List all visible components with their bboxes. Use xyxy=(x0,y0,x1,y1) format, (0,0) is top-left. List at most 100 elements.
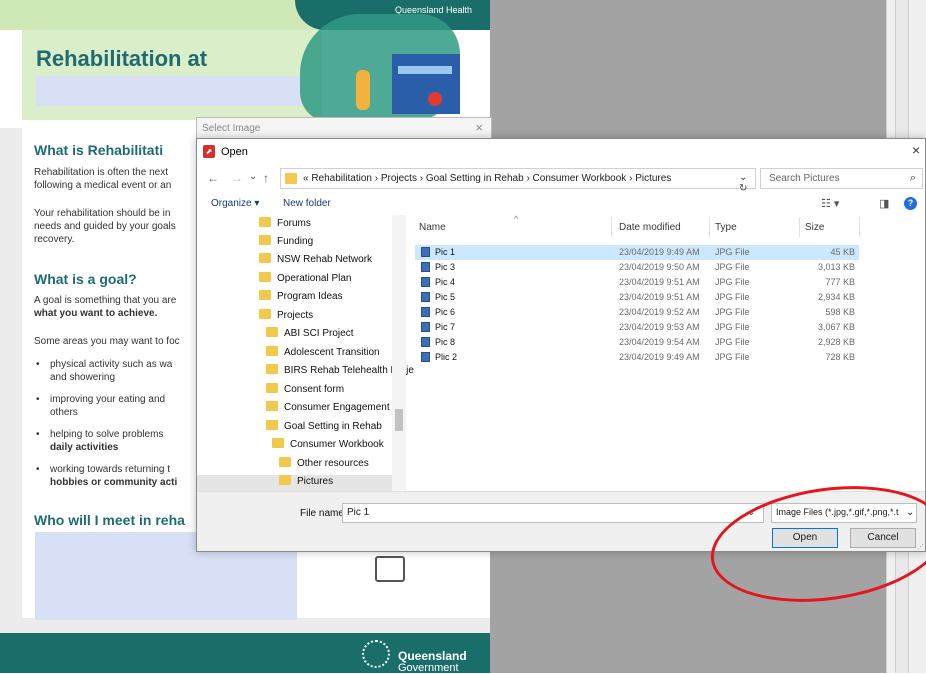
column-header-size[interactable]: Size xyxy=(805,222,824,233)
file-row[interactable]: Pic 4 23/04/2019 9:51 AM JPG File 777 KB xyxy=(415,275,859,290)
column-header-name[interactable]: Name xyxy=(419,222,446,233)
folder-icon xyxy=(259,235,271,245)
file-name-input[interactable]: Pic 1 ⌄ xyxy=(342,503,764,523)
tree-item-label: Program Ideas xyxy=(277,291,343,302)
file-row[interactable]: Pic 3 23/04/2019 9:50 AM JPG File 3,013 … xyxy=(415,260,859,275)
tree-item-goal-setting-in-rehab[interactable]: Goal Setting in Rehab xyxy=(266,420,382,438)
help-icon[interactable]: ? xyxy=(904,197,917,210)
image-file-icon xyxy=(421,322,430,332)
folder-tree: Forums Funding NSW Rehab Network Operati… xyxy=(197,215,414,493)
search-icon[interactable]: ⌕ xyxy=(910,172,916,185)
file-date: 23/04/2019 9:50 AM xyxy=(619,262,700,272)
tree-item-abi-sci-project[interactable]: ABI SCI Project xyxy=(266,327,353,345)
file-date: 23/04/2019 9:49 AM xyxy=(619,247,700,257)
recent-locations-chevron-icon[interactable]: ⌄ xyxy=(249,171,257,182)
tree-item-label: Pictures xyxy=(297,476,334,487)
preview-pane-icon[interactable]: ◨ xyxy=(879,197,889,210)
column-header-type[interactable]: Type xyxy=(715,222,737,233)
image-placeholder-icon[interactable] xyxy=(375,556,405,582)
file-name-label: File name: xyxy=(300,508,347,519)
heading-what-is-goal: What is a goal? xyxy=(34,271,137,287)
file-row[interactable]: Pic 7 23/04/2019 9:53 AM JPG File 3,067 … xyxy=(415,320,859,335)
back-arrow-icon[interactable]: ← xyxy=(207,171,219,185)
column-divider[interactable] xyxy=(611,217,612,237)
file-row[interactable]: Plic 2 23/04/2019 9:49 AM JPG File 728 K… xyxy=(415,350,859,365)
file-row[interactable]: Pic 8 23/04/2019 9:54 AM JPG File 2,928 … xyxy=(415,335,859,350)
folder-tree-scroll-thumb[interactable] xyxy=(395,409,403,431)
file-list: Name ^ Date modified Type Size Pic 1 23/… xyxy=(411,214,923,491)
select-image-title: Select Image xyxy=(202,123,261,134)
organize-button[interactable]: Organize ▾ xyxy=(211,198,259,209)
view-options-icon[interactable]: ☷ ▾ xyxy=(821,197,839,210)
file-size: 728 KB xyxy=(825,352,855,362)
tree-item-label: Projects xyxy=(277,310,314,321)
navigation-bar: ← → ⌄ ↑ « Rehabilitation › Projects › Go… xyxy=(197,166,926,194)
new-folder-button[interactable]: New folder xyxy=(283,198,331,209)
tree-item-projects[interactable]: Projects xyxy=(259,309,313,327)
tree-item-adolescent-transition[interactable]: Adolescent Transition xyxy=(266,346,380,364)
folder-icon xyxy=(259,253,271,263)
tree-item-operational-plan[interactable]: Operational Plan xyxy=(259,272,352,290)
folder-icon xyxy=(259,272,271,282)
bullet-line: physical activity such as wa xyxy=(50,359,173,370)
file-date: 23/04/2019 9:51 AM xyxy=(619,292,700,302)
file-name: Pic 8 xyxy=(435,337,456,347)
file-name: Pic 5 xyxy=(435,292,456,302)
select-image-close-button[interactable]: × xyxy=(475,120,483,135)
hospital-illustration xyxy=(392,54,460,114)
file-date: 23/04/2019 9:53 AM xyxy=(619,322,700,332)
file-date: 23/04/2019 9:54 AM xyxy=(619,337,700,347)
file-row[interactable]: Pic 5 23/04/2019 9:51 AM JPG File 2,934 … xyxy=(415,290,859,305)
tree-item-forums[interactable]: Forums xyxy=(259,217,311,235)
breadcrumb[interactable]: « Rehabilitation › Projects › Goal Setti… xyxy=(303,173,671,184)
file-name: Pic 3 xyxy=(435,262,456,272)
tree-item-funding[interactable]: Funding xyxy=(259,235,313,253)
address-bar[interactable]: « Rehabilitation › Projects › Goal Setti… xyxy=(280,168,756,194)
file-row[interactable]: Pic 6 23/04/2019 9:52 AM JPG File 598 KB xyxy=(415,305,859,320)
folder-icon xyxy=(272,438,284,448)
bullet-dot: • xyxy=(36,394,40,405)
folder-icon xyxy=(259,290,271,300)
pdf-app-icon: ⬈ xyxy=(203,145,215,158)
body-line: A goal is something that you are xyxy=(34,295,177,306)
file-name: Pic 6 xyxy=(435,307,456,317)
file-size: 2,934 KB xyxy=(817,292,855,302)
tree-item-other-resources[interactable]: Other resources xyxy=(279,457,369,475)
bullet-line: improving your eating and xyxy=(50,394,166,405)
queensland-government-logo: Queensland Government xyxy=(398,650,467,674)
file-row[interactable]: Pic 1 23/04/2019 9:49 AM JPG File 45 KB xyxy=(415,245,859,260)
tree-item-label: Other resources xyxy=(297,458,369,469)
image-file-icon xyxy=(421,247,430,257)
body-line: needs and guided by your goals xyxy=(34,221,176,232)
column-divider[interactable] xyxy=(709,217,710,237)
column-divider[interactable] xyxy=(799,217,800,237)
folder-icon xyxy=(285,173,297,184)
folder-icon xyxy=(266,364,278,374)
body-line: recovery. xyxy=(34,234,75,245)
tree-item-consent-form[interactable]: Consent form xyxy=(266,383,344,401)
column-divider[interactable] xyxy=(859,217,860,237)
search-input[interactable]: Search Pictures ⌕ xyxy=(760,168,923,189)
open-dialog-close-button[interactable]: × xyxy=(912,142,920,158)
tree-item-label: Consumer Engagement xyxy=(284,402,390,413)
tree-item-label: Operational Plan xyxy=(277,273,352,284)
tree-item-consumer-workbook[interactable]: Consumer Workbook xyxy=(272,438,384,456)
address-controls[interactable]: ⌄ ↻ xyxy=(739,172,755,194)
folder-tree-scrollbar[interactable] xyxy=(392,215,406,491)
tree-item-consumer-engagement[interactable]: Consumer Engagement xyxy=(266,401,390,419)
tree-item-nsw-rehab-network[interactable]: NSW Rehab Network xyxy=(259,253,372,271)
file-name: Plic 2 xyxy=(435,352,458,362)
folder-icon xyxy=(266,383,278,393)
file-date: 23/04/2019 9:52 AM xyxy=(619,307,700,317)
tree-item-program-ideas[interactable]: Program Ideas xyxy=(259,290,343,308)
image-file-icon xyxy=(421,277,430,287)
column-header-date[interactable]: Date modified xyxy=(619,222,681,233)
file-size: 3,013 KB xyxy=(817,262,855,272)
up-arrow-icon[interactable]: ↑ xyxy=(263,171,269,185)
tree-item-label: Forums xyxy=(277,218,311,229)
bullet-line: hobbies or community acti xyxy=(50,477,178,488)
folder-icon xyxy=(266,327,278,337)
file-type: JPG File xyxy=(715,262,750,272)
forward-arrow-icon[interactable]: → xyxy=(231,171,243,185)
title-fill-field[interactable] xyxy=(36,76,302,106)
